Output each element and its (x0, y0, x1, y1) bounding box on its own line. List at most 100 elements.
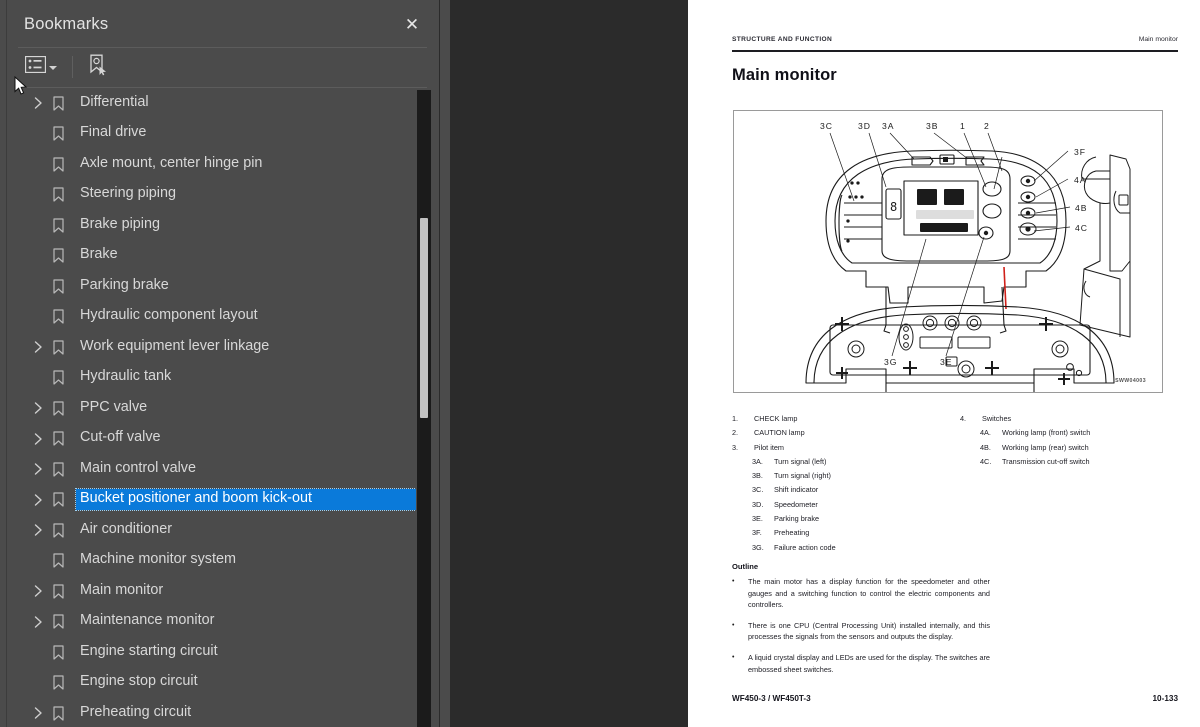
legend-item-text: Parking brake (774, 514, 820, 524)
legend-item-number: 1. (732, 414, 739, 423)
bookmark-icon (48, 431, 68, 446)
legend-item-number: 3A. (752, 456, 763, 466)
bookmark-item[interactable]: Differential (6, 88, 416, 119)
bookmark-item[interactable]: Engine starting circuit (6, 637, 416, 668)
outline-bullet-text: The main motor has a display function fo… (748, 577, 990, 610)
footer-model: WF450-3 / WF450T-3 (732, 694, 811, 703)
figure-drawing: 8 3C 3D 3A 3B 1 2 3F 4A 4B 4C 3G 3E (805, 121, 1131, 414)
bookmark-icon (48, 126, 68, 141)
chevron-right-icon[interactable] (30, 400, 46, 416)
chevron-right-icon[interactable] (30, 705, 46, 721)
twisty-placeholder (30, 187, 46, 203)
bookmark-item[interactable]: Bucket positioner and boom kick-out (6, 485, 416, 516)
figure-code: SWW04003 (1115, 378, 1146, 384)
bookmark-label: Brake (80, 246, 118, 263)
bookmarks-toolbar (6, 48, 439, 86)
legend-item-text: CAUTION lamp (754, 428, 805, 438)
svg-text:3B: 3B (926, 121, 939, 131)
legend-item-number: 3C. (752, 485, 764, 495)
bookmark-label: Brake piping (80, 215, 160, 232)
bookmark-label: Steering piping (80, 185, 177, 202)
close-icon[interactable]: ✕ (397, 9, 427, 39)
legend-item: 3G. Failure action code (732, 541, 960, 555)
bookmark-label: Differential (80, 93, 149, 110)
chevron-right-icon[interactable] (30, 95, 46, 111)
bookmark-item[interactable]: Steering piping (6, 180, 416, 211)
legend-item-text: Shift indicator (774, 485, 819, 495)
bookmark-label: Air conditioner (80, 520, 172, 537)
chevron-down-icon (49, 66, 57, 70)
pdf-reader-window: Bookmarks ✕ Differential Final drive Axl… (0, 0, 1200, 727)
bookmark-item[interactable]: Final drive (6, 119, 416, 150)
chevron-right-icon[interactable] (30, 583, 46, 599)
bookmark-item[interactable]: Air conditioner (6, 515, 416, 546)
bookmark-item[interactable]: Main monitor (6, 576, 416, 607)
bookmark-label: Axle mount, center hinge pin (80, 154, 263, 171)
legend-item: 3F. Preheating (732, 526, 960, 540)
new-bookmark-button[interactable] (83, 51, 113, 84)
bookmarks-panel: Bookmarks ✕ Differential Final drive Axl… (0, 0, 440, 727)
bookmark-item[interactable]: Main control valve (6, 454, 416, 485)
chevron-right-icon[interactable] (30, 522, 46, 538)
svg-text:3A: 3A (882, 121, 895, 131)
bookmarks-scrollbar-thumb[interactable] (420, 218, 428, 418)
legend-item-text: Working lamp (rear) switch (1002, 442, 1089, 452)
running-head-rule (732, 50, 1178, 52)
legend-item-text: Working lamp (front) switch (1002, 428, 1091, 438)
legend-column-right: 4. Switches 4A. Working lamp (front) switch… (960, 412, 1172, 555)
twisty-placeholder (30, 675, 46, 691)
chevron-right-icon[interactable] (30, 614, 46, 630)
new-bookmark-icon (88, 54, 108, 81)
bookmark-item[interactable]: Cut-off valve (6, 424, 416, 455)
bookmark-item[interactable]: Engine stop circuit (6, 668, 416, 699)
running-head-left: STRUCTURE AND FUNCTION (732, 36, 833, 43)
viewer-left-gutter (440, 0, 450, 727)
bookmark-item[interactable]: Work equipment lever linkage (6, 332, 416, 363)
twisty-placeholder (30, 309, 46, 325)
twisty-placeholder (30, 553, 46, 569)
legend-item: 3A. Turn signal (left) (732, 455, 960, 469)
list-options-icon (24, 55, 47, 78)
bookmark-item[interactable]: Parking brake (6, 271, 416, 302)
bookmark-icon (48, 309, 68, 324)
twisty-placeholder (30, 217, 46, 233)
bookmark-item[interactable]: Maintenance monitor (6, 607, 416, 638)
bookmark-label: Maintenance monitor (80, 612, 215, 629)
page-title: Main monitor (732, 66, 837, 84)
bookmark-icon (48, 584, 68, 599)
bookmark-item[interactable]: Axle mount, center hinge pin (6, 149, 416, 180)
bookmark-item[interactable]: Preheating circuit (6, 698, 416, 727)
bookmark-item[interactable]: Hydraulic component layout (6, 302, 416, 333)
bookmark-item[interactable]: Brake piping (6, 210, 416, 241)
legend-item-number: 3G. (752, 542, 764, 552)
bookmark-icon (48, 614, 68, 629)
legend-item-text: Preheating (774, 528, 810, 538)
bookmarks-scrollbar-track[interactable] (417, 90, 431, 727)
bookmark-item[interactable]: Hydraulic tank (6, 363, 416, 394)
legend-item: 3B. Turn signal (right) (732, 469, 960, 483)
bookmarks-panel-header: Bookmarks ✕ (6, 0, 439, 48)
outline-bullet-text: There is one CPU (Central Processing Uni… (748, 620, 990, 642)
legend-item: 1. CHECK lamp (732, 412, 960, 426)
chevron-right-icon[interactable] (30, 461, 46, 477)
svg-text:3F: 3F (1074, 147, 1086, 157)
legend-item-text: Turn signal (left) (774, 456, 827, 466)
outline-heading: Outline (732, 562, 759, 571)
page-footer: WF450-3 / WF450T-3 10-133 (732, 694, 1178, 703)
chevron-right-icon[interactable] (30, 431, 46, 447)
pdf-page: STRUCTURE AND FUNCTION Main monitor Main… (688, 0, 1200, 727)
bookmark-item[interactable]: Brake (6, 241, 416, 272)
chevron-right-icon[interactable] (30, 339, 46, 355)
list-options-button[interactable] (20, 53, 62, 81)
legend-item: 3. Pilot item (732, 441, 960, 455)
bookmark-item[interactable]: PPC valve (6, 393, 416, 424)
bookmark-label: Cut-off valve (80, 429, 161, 446)
bookmark-icon (48, 645, 68, 660)
bookmark-item[interactable]: Machine monitor system (6, 546, 416, 577)
bookmark-label: PPC valve (80, 398, 148, 415)
legend-item: 4A. Working lamp (front) switch (960, 426, 1172, 440)
bookmark-icon (48, 96, 68, 111)
bookmarks-tree[interactable]: Differential Final drive Axle mount, cente… (6, 88, 416, 727)
twisty-placeholder (30, 370, 46, 386)
chevron-right-icon[interactable] (30, 492, 46, 508)
